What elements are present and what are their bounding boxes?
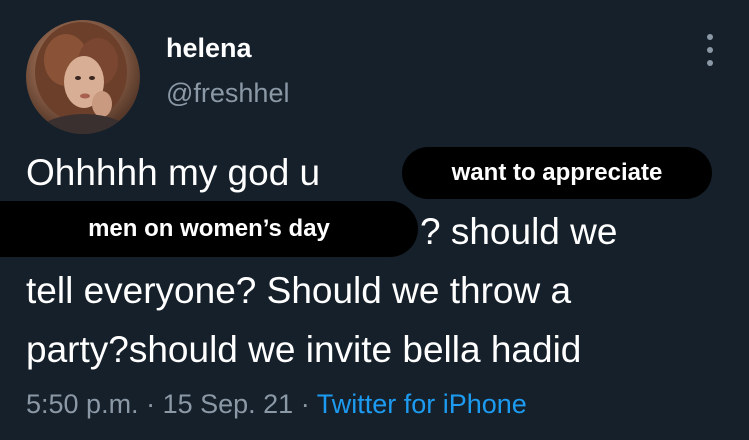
more-dot (707, 47, 713, 53)
more-dot (707, 34, 713, 40)
avatar-photo (34, 22, 134, 134)
tweet-time[interactable]: 5:50 p.m. (26, 389, 139, 419)
display-name[interactable]: helena (166, 33, 252, 64)
tweet-line-4: party?should we invite bella hadid (26, 329, 582, 370)
tweet-card: helena @freshhel Ohhhhh my god u ? shoul… (0, 0, 749, 440)
more-dot (707, 60, 713, 66)
user-handle[interactable]: @freshhel (166, 78, 289, 109)
tweet-source-link[interactable]: Twitter for iPhone (317, 389, 527, 419)
avatar[interactable] (26, 20, 140, 134)
separator: · (138, 389, 163, 419)
tweet-date[interactable]: 15 Sep. 21 (163, 389, 294, 419)
more-options-icon[interactable] (700, 30, 720, 70)
redaction-label: men on women’s day (0, 201, 418, 257)
tweet-line-3: tell everyone? Should we throw a (26, 270, 572, 311)
tweet-metadata: 5:50 p.m. · 15 Sep. 21 · Twitter for iPh… (26, 389, 527, 420)
redaction-label: want to appreciate (402, 147, 712, 199)
separator: · (293, 389, 317, 419)
